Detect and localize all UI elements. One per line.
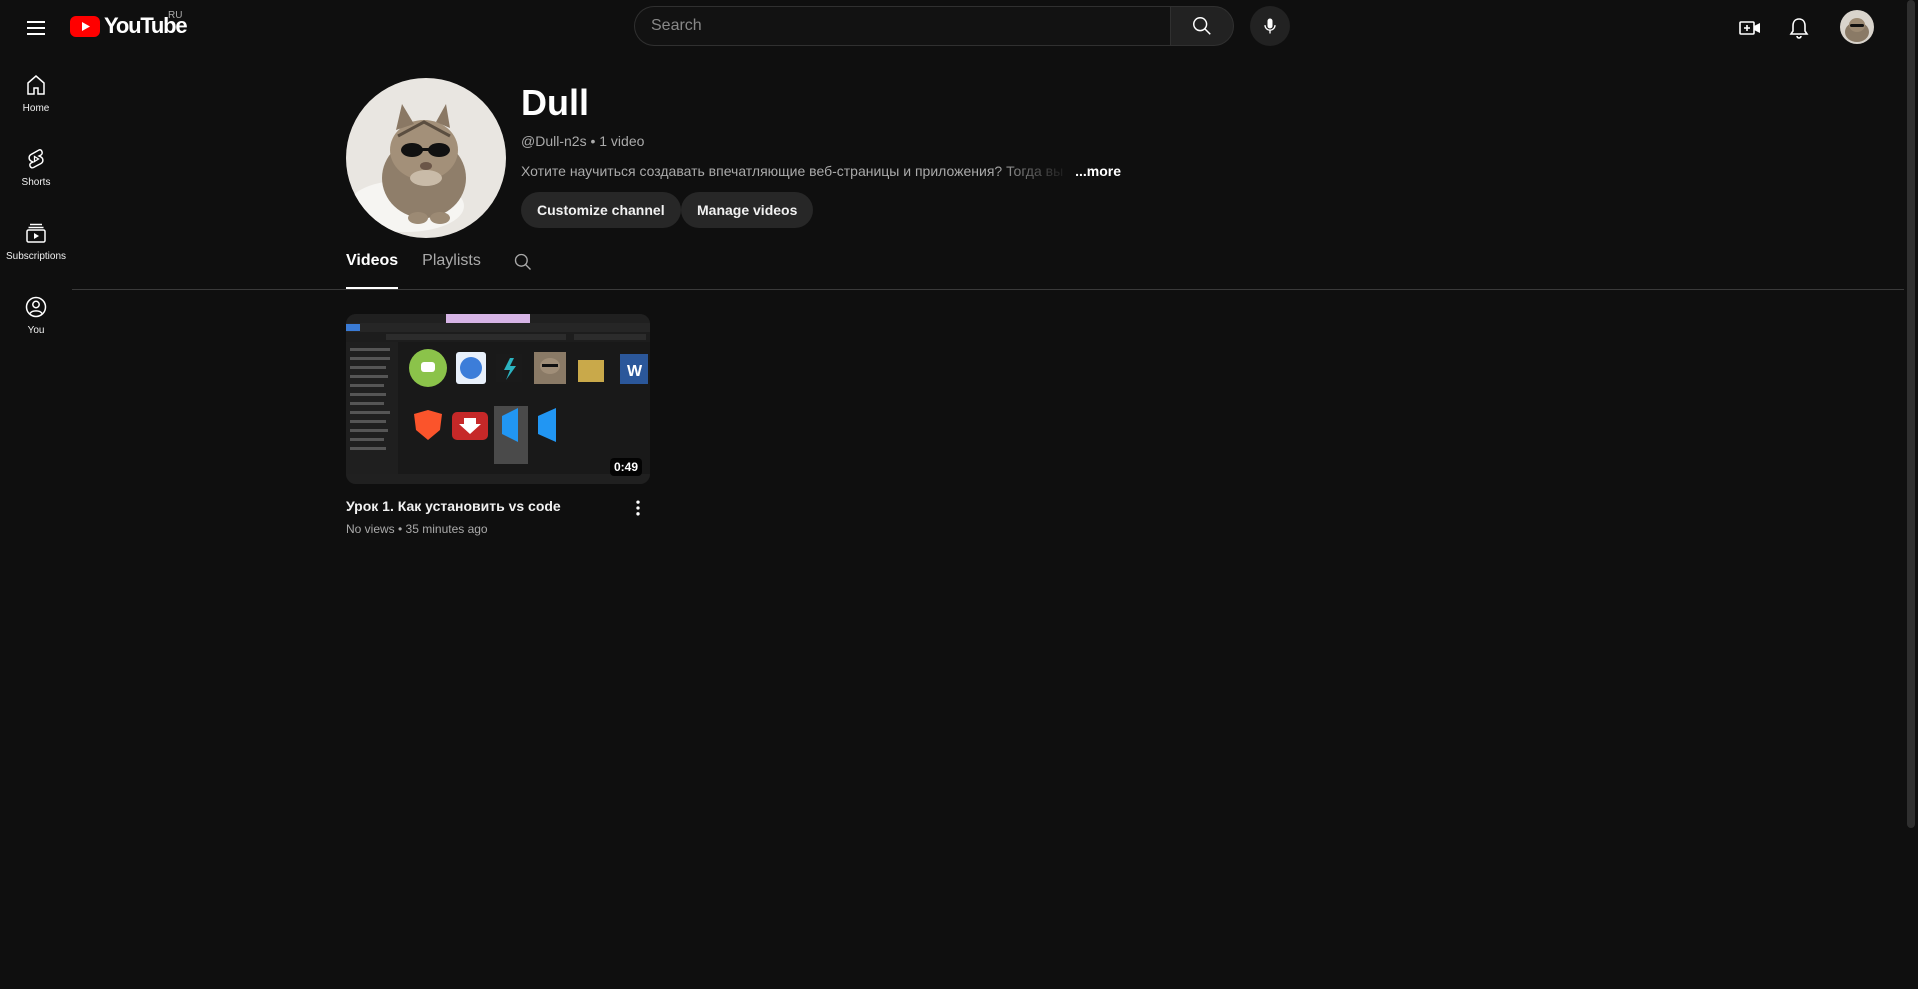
- voice-search-button[interactable]: [1250, 6, 1290, 46]
- search-input[interactable]: [634, 6, 1170, 46]
- search-icon: [1193, 17, 1211, 35]
- search-icon: [514, 253, 531, 270]
- sidebar: Home Shorts Subscriptions You: [0, 56, 72, 352]
- bell-icon: [1789, 18, 1809, 39]
- menu-button[interactable]: [16, 8, 56, 48]
- video-card[interactable]: W 0:49 Урок 1. Как установить vs code No…: [346, 314, 650, 536]
- channel-handle-and-video-count: @Dull-n2s • 1 video: [521, 133, 645, 149]
- sidebar-item-you[interactable]: You: [0, 278, 72, 352]
- customize-channel-button[interactable]: Customize channel: [521, 192, 681, 228]
- notifications-button[interactable]: [1779, 8, 1819, 48]
- hamburger-menu-icon: [27, 21, 45, 35]
- sidebar-item-label: Subscriptions: [5, 250, 67, 262]
- cat-avatar-icon: [1840, 10, 1874, 44]
- video-thumbnail[interactable]: W 0:49: [346, 314, 650, 484]
- tab-playlists[interactable]: Playlists: [422, 252, 481, 289]
- region-code: RU: [168, 10, 183, 21]
- subscriptions-icon: [26, 223, 46, 243]
- top-bar: YouTube RU: [0, 0, 1904, 56]
- sidebar-item-label: Home: [22, 102, 50, 114]
- page-scrollbar[interactable]: [1904, 0, 1918, 989]
- channel-avatar[interactable]: [346, 78, 506, 238]
- video-options-button[interactable]: [628, 498, 648, 523]
- more-vert-icon: [636, 500, 640, 516]
- search-bar: [634, 6, 1234, 46]
- sidebar-item-shorts[interactable]: Shorts: [0, 130, 72, 204]
- sidebar-item-subscriptions[interactable]: Subscriptions: [0, 204, 72, 278]
- channel-name: Dull: [521, 82, 589, 123]
- channel-tabs: Videos Playlists: [346, 252, 533, 289]
- youtube-play-icon: [70, 15, 100, 37]
- channel-description[interactable]: Хотите научиться создавать впечатляющие …: [521, 163, 1121, 179]
- video-title[interactable]: Урок 1. Как установить vs code: [346, 498, 616, 514]
- video-meta: No views • 35 minutes ago: [346, 522, 488, 536]
- manage-videos-button[interactable]: Manage videos: [681, 192, 814, 228]
- description-more-link[interactable]: ...more: [1075, 163, 1121, 179]
- home-icon: [27, 74, 45, 95]
- file-explorer-thumbnail-image: W: [346, 314, 650, 484]
- search-button[interactable]: [1170, 6, 1234, 46]
- create-video-icon: [1739, 21, 1760, 35]
- sidebar-item-home[interactable]: Home: [0, 56, 72, 130]
- channel-search-button[interactable]: [513, 252, 533, 277]
- kitten-sunglasses-image: [346, 78, 506, 238]
- sidebar-item-label: Shorts: [21, 176, 51, 188]
- create-button[interactable]: [1730, 8, 1770, 48]
- microphone-icon: [1264, 18, 1276, 34]
- scrollbar-thumb[interactable]: [1907, 0, 1915, 828]
- video-duration: 0:49: [609, 458, 642, 476]
- tab-videos[interactable]: Videos: [346, 252, 399, 289]
- tabs-divider: [72, 289, 1904, 290]
- account-avatar[interactable]: [1840, 10, 1874, 44]
- sidebar-item-label: You: [27, 324, 45, 336]
- shorts-icon: [28, 148, 44, 169]
- channel-description-text: Хотите научиться создавать впечатляющие …: [521, 163, 1064, 179]
- svg-text:W: W: [627, 363, 643, 380]
- you-icon: [25, 296, 47, 317]
